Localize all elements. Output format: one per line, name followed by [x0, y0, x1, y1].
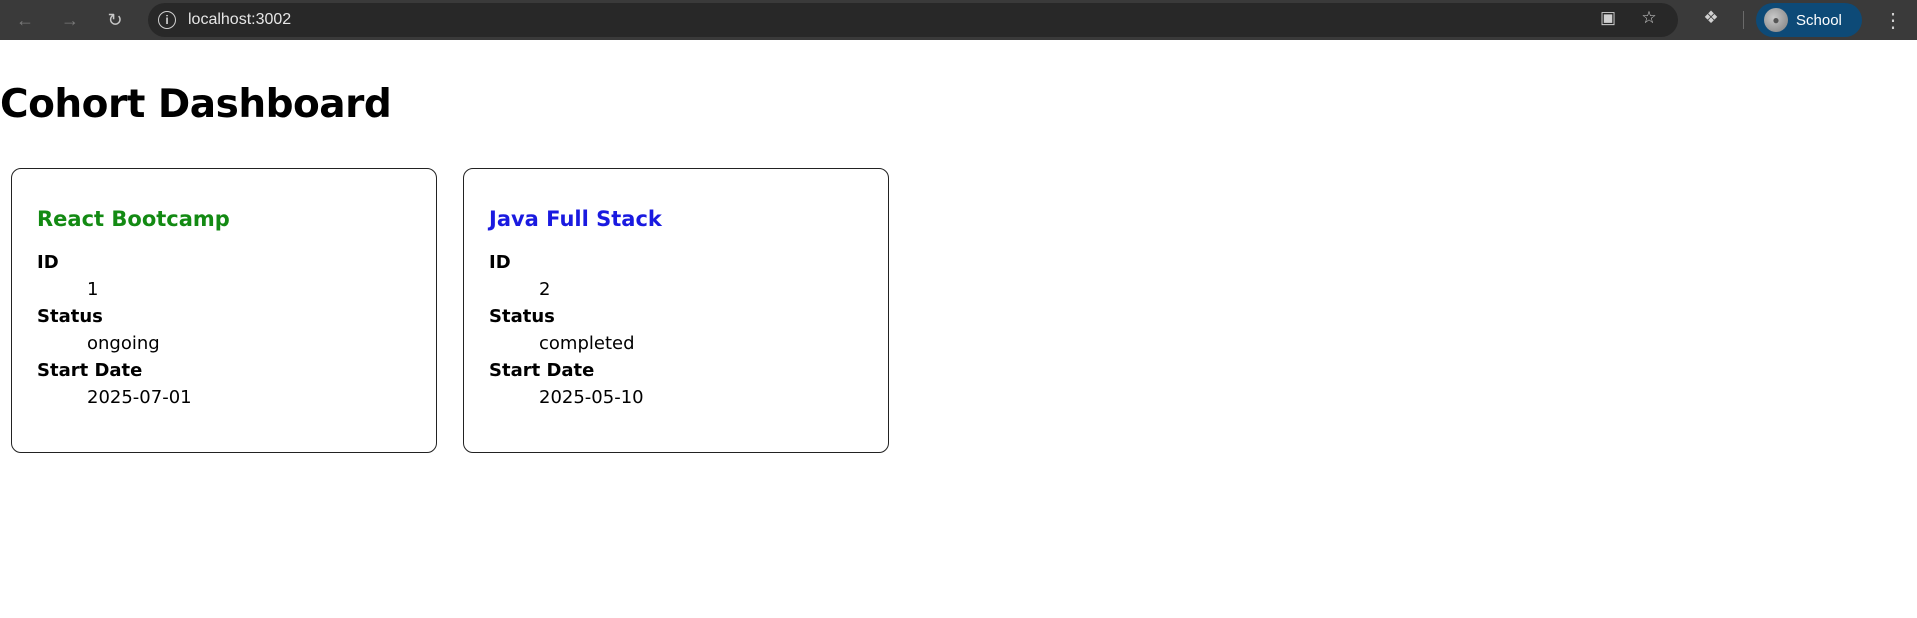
status-value: ongoing	[87, 333, 160, 354]
avatar: ●	[1764, 8, 1788, 32]
start-date-value: 2025-07-01	[87, 387, 192, 408]
url-text[interactable]: localhost:3002	[188, 11, 291, 29]
cohort-name: Java Full Stack	[489, 207, 662, 231]
id-value: 1	[87, 279, 99, 300]
id-value: 2	[539, 279, 551, 300]
profile-button[interactable]: ● School	[1756, 3, 1862, 37]
back-arrow-icon[interactable]: ←	[10, 5, 40, 35]
extensions-icon[interactable]: ❖	[1701, 8, 1721, 28]
more-menu-icon[interactable]: ⋮	[1878, 5, 1908, 35]
start-date-value: 2025-05-10	[539, 387, 644, 408]
start-date-label: Start Date	[37, 360, 143, 381]
cohort-card-list: React Bootcamp ID 1 Status ongoing Start…	[11, 168, 889, 453]
cohort-card: React Bootcamp ID 1 Status ongoing Start…	[11, 168, 437, 453]
status-value: completed	[539, 333, 635, 354]
cohort-details: ID 2 Status completed Start Date 2025-05…	[489, 249, 888, 411]
reload-icon[interactable]: ↻	[100, 5, 130, 35]
status-label: Status	[489, 306, 555, 327]
address-bar[interactable]: i localhost:3002	[148, 3, 1678, 37]
browser-toolbar: ← → ↻ i localhost:3002 ▣ ☆ ❖ ● School ⋮	[0, 0, 1917, 40]
site-info-icon[interactable]: i	[158, 11, 176, 29]
cohort-details: ID 1 Status ongoing Start Date 2025-07-0…	[37, 249, 436, 411]
profile-name: School	[1796, 11, 1842, 29]
id-label: ID	[489, 252, 511, 273]
toolbar-divider	[1743, 11, 1744, 29]
start-date-label: Start Date	[489, 360, 595, 381]
status-label: Status	[37, 306, 103, 327]
cohort-card: Java Full Stack ID 2 Status completed St…	[463, 168, 889, 453]
cohort-name: React Bootcamp	[37, 207, 230, 231]
forward-arrow-icon[interactable]: →	[55, 5, 85, 35]
id-label: ID	[37, 252, 59, 273]
bookmark-star-icon[interactable]: ☆	[1639, 8, 1659, 28]
install-app-icon[interactable]: ▣	[1598, 8, 1618, 28]
page-title: Cohort Dashboard	[0, 82, 392, 127]
